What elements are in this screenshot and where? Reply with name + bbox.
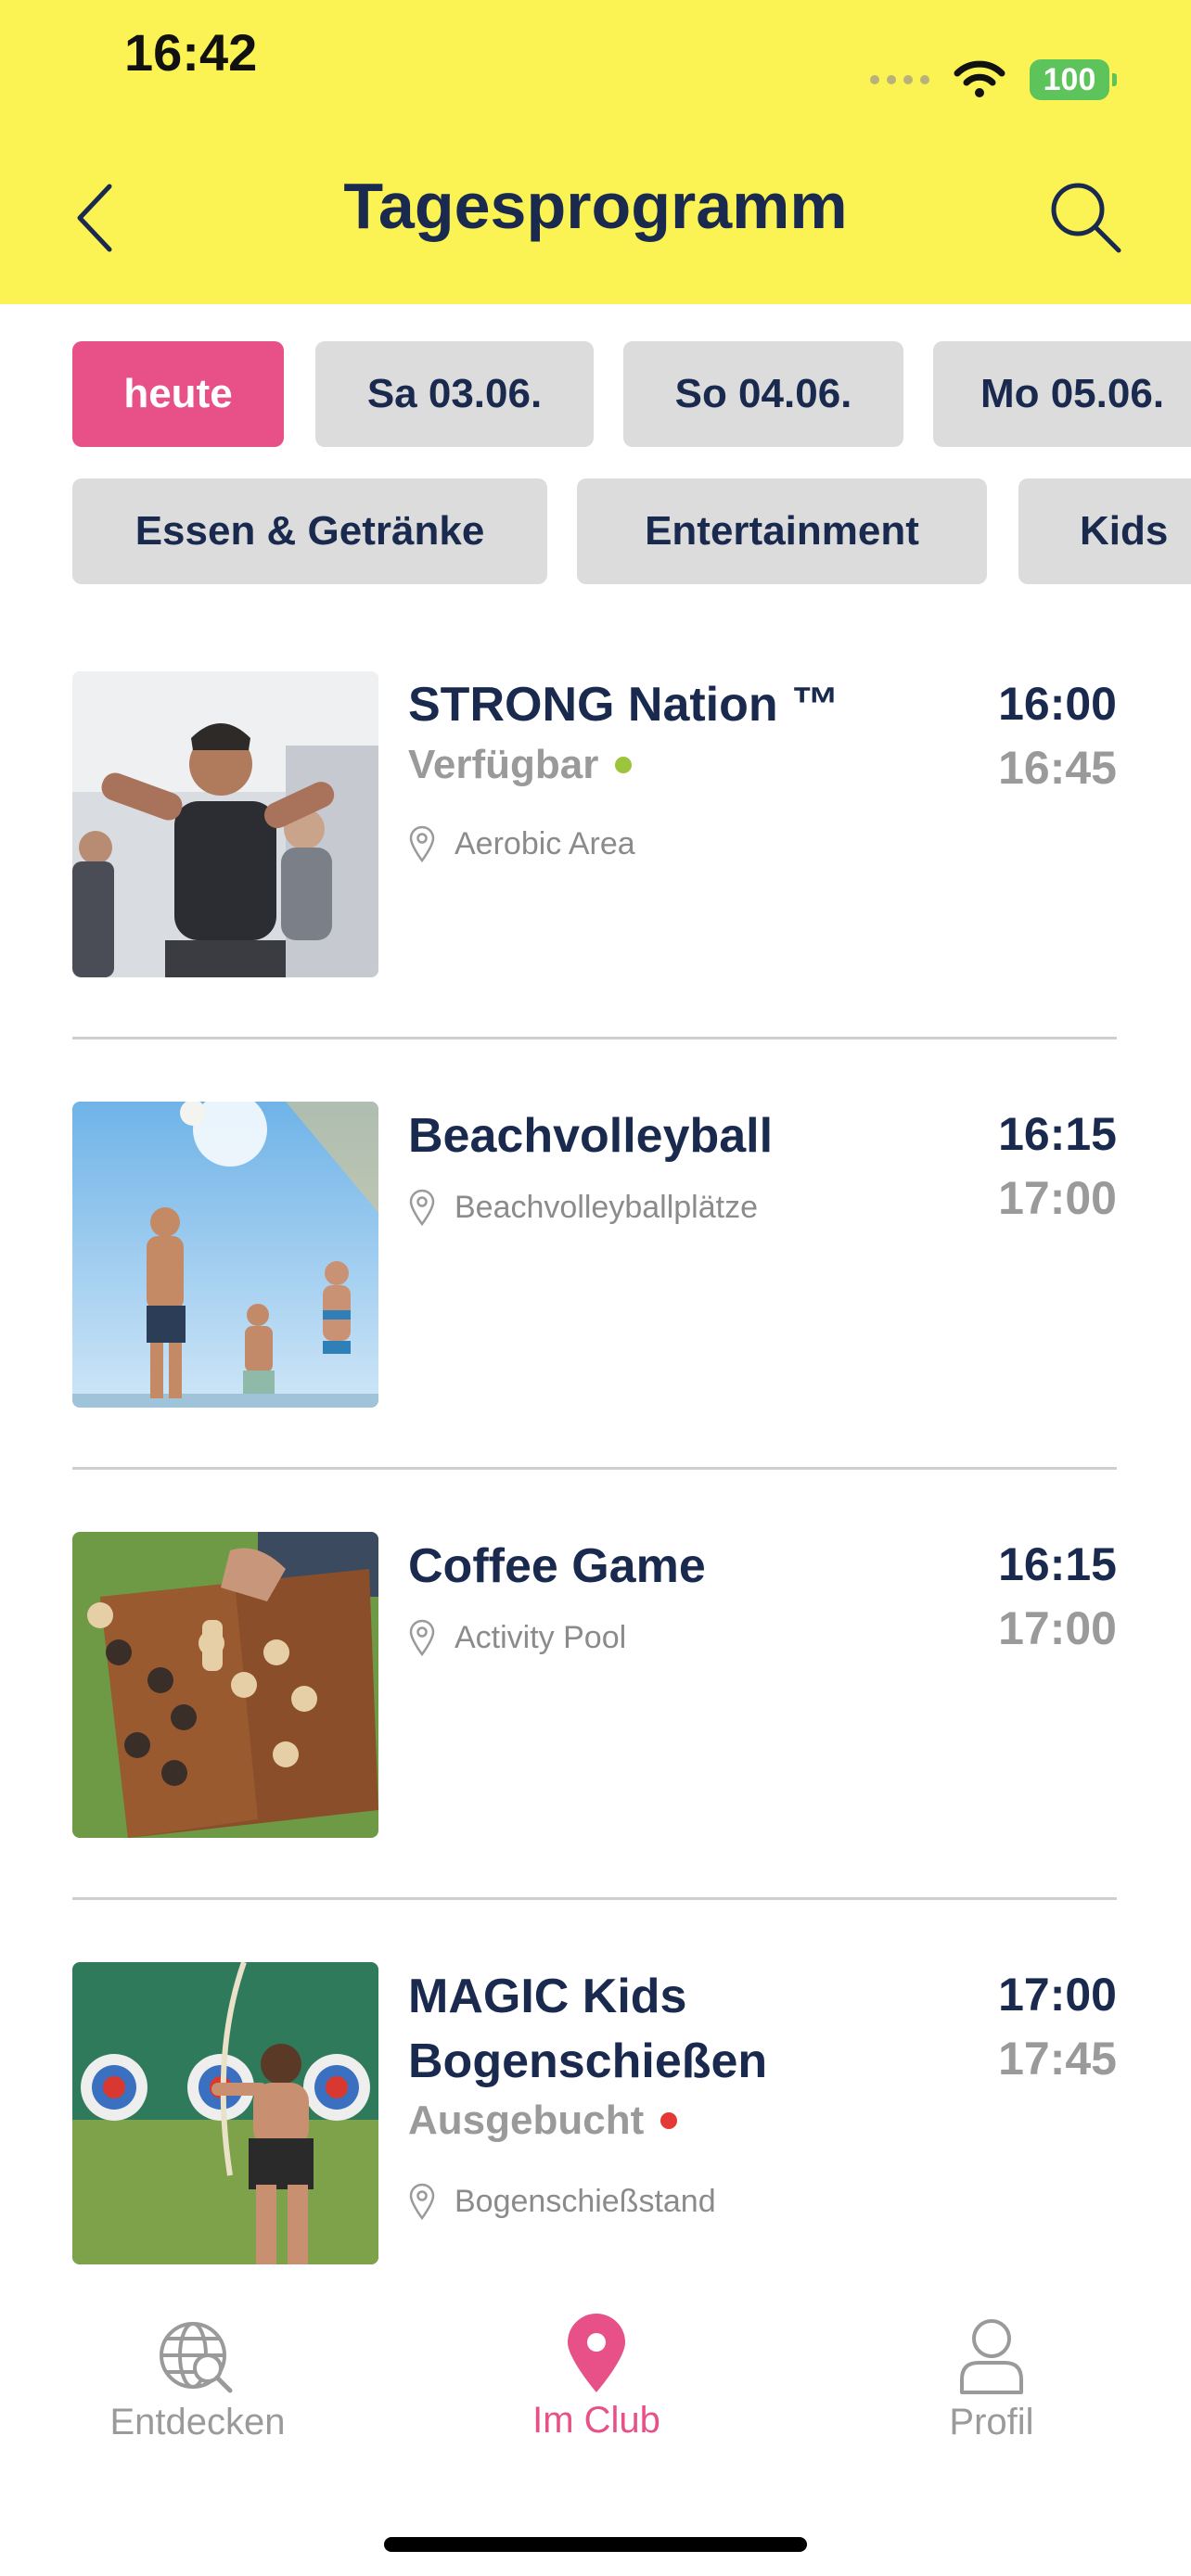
location-pin-outline-icon — [409, 825, 435, 862]
event-location-label: Bogenschießstand — [455, 2183, 716, 2219]
event-status: Ausgebucht — [408, 2098, 678, 2144]
tab-bar: Entdecken Im Club Profil — [0, 2279, 1191, 2576]
event-title: Coffee Game — [408, 1539, 706, 1593]
event-start-time: 16:15 — [998, 1538, 1117, 1590]
search-icon — [1051, 183, 1121, 253]
divider — [72, 1897, 1117, 1900]
date-chip-sat[interactable]: Sa 03.06. — [315, 341, 594, 447]
event-location-label: Activity Pool — [455, 1619, 627, 1655]
event-image — [72, 1962, 378, 2264]
person-icon — [960, 2319, 1023, 2394]
home-indicator — [384, 2537, 807, 2552]
cellular-signal-icon — [870, 75, 929, 84]
date-chip-sun[interactable]: So 04.06. — [623, 341, 903, 447]
tab-im-club[interactable]: Im Club — [501, 2313, 692, 2442]
divider — [72, 1467, 1117, 1470]
event-start-time: 16:00 — [998, 678, 1117, 730]
header-bar: 16:42 100 Tagesprogramm — [0, 0, 1191, 304]
location-pin-icon — [568, 2314, 625, 2392]
event-end-time: 16:45 — [998, 742, 1117, 794]
event-image — [72, 671, 378, 977]
event-status: Verfügbar — [408, 742, 633, 788]
location-pin-outline-icon — [409, 2183, 435, 2220]
event-title: STRONG Nation ™ — [408, 678, 840, 732]
page-title: Tagesprogramm — [343, 170, 848, 242]
event-status-label: Verfügbar — [408, 742, 599, 787]
event-location: Bogenschießstand — [408, 2183, 716, 2220]
category-chip-food[interactable]: Essen & Getränke — [72, 478, 547, 584]
category-chip-kids[interactable]: Kids — [1018, 478, 1191, 584]
battery-icon: 100 — [1030, 59, 1117, 100]
event-end-time: 17:00 — [998, 1172, 1117, 1224]
event-location-label: Beachvolleyballplätze — [455, 1189, 758, 1225]
date-chip-mon[interactable]: Mo 05.06. — [933, 341, 1191, 447]
event-start-time: 16:15 — [998, 1108, 1117, 1160]
event-location: Activity Pool — [408, 1619, 626, 1656]
date-chip-today[interactable]: heute — [72, 341, 284, 447]
event-location-label: Aerobic Area — [455, 825, 635, 861]
tab-label: Im Club — [532, 2400, 660, 2441]
event-end-time: 17:45 — [998, 2033, 1117, 2085]
tab-label: Profil — [949, 2402, 1034, 2442]
globe-search-icon — [160, 2322, 233, 2393]
status-dot-available — [615, 757, 633, 773]
event-title: MAGIC Kids Bogenschießen — [408, 1970, 768, 2088]
tab-entdecken[interactable]: Entdecken — [102, 2316, 293, 2443]
event-location: Aerobic Area — [408, 825, 635, 862]
event-image — [72, 1532, 378, 1838]
event-image — [72, 1102, 378, 1408]
event-status-label: Ausgebucht — [408, 2098, 645, 2143]
location-pin-outline-icon — [409, 1189, 435, 1226]
category-chip-entertainment[interactable]: Entertainment — [577, 478, 987, 584]
search-button[interactable] — [1046, 178, 1124, 256]
event-title: Beachvolleyball — [408, 1109, 774, 1163]
event-location: Beachvolleyballplätze — [408, 1189, 758, 1226]
event-start-time: 17:00 — [998, 1969, 1117, 2021]
tab-profil[interactable]: Profil — [896, 2316, 1087, 2443]
status-time: 16:42 — [124, 23, 258, 82]
event-end-time: 17:00 — [998, 1602, 1117, 1654]
status-indicators: 100 — [870, 57, 1117, 102]
location-pin-outline-icon — [409, 1619, 435, 1656]
divider — [72, 1037, 1117, 1039]
wifi-icon — [954, 60, 1005, 97]
status-dot-booked — [660, 2112, 678, 2129]
tab-label: Entdecken — [109, 2402, 286, 2442]
